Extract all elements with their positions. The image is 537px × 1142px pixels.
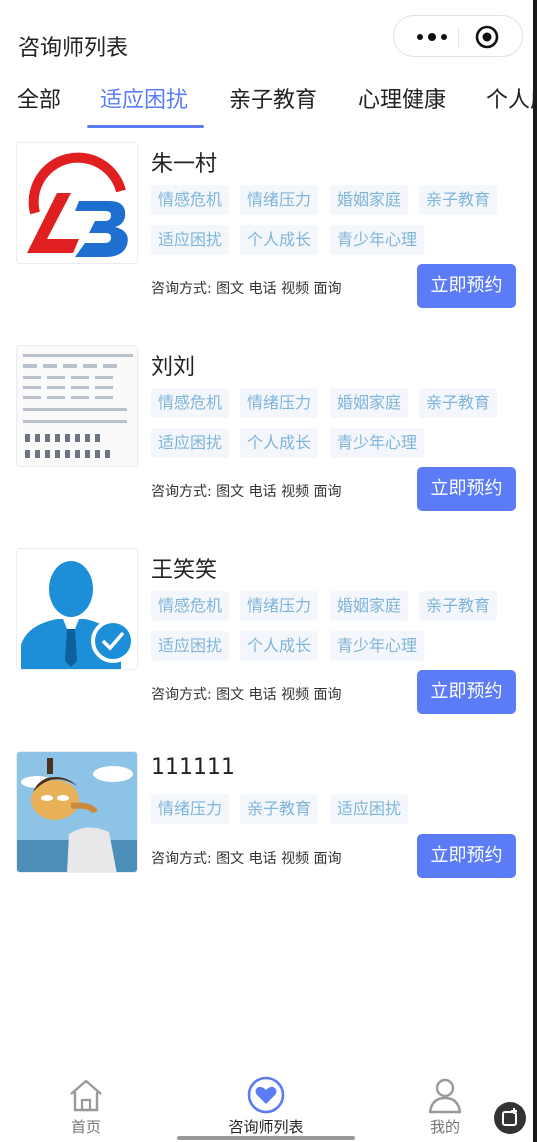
avatar [16,548,138,670]
tag: 亲子教育 [419,185,498,215]
tab-all[interactable]: 全部 [17,82,61,114]
tag: 亲子教育 [419,591,498,621]
book-now-button[interactable]: 立即预约 [417,670,516,714]
bottom-tabbar: 首页 咨询师列表 我的 [0,1070,537,1142]
tag: 青少年心理 [330,631,425,661]
tag: 情感危机 [151,185,230,215]
tag: 个人成长 [240,225,319,255]
add-note-icon [502,1108,517,1126]
avatar [16,142,138,264]
default-avatar-image [17,549,137,669]
tabbar-home[interactable]: 首页 [31,1076,141,1137]
book-now-button[interactable]: 立即预约 [417,834,516,878]
user-icon [428,1078,462,1114]
tabbar-counselors[interactable]: 咨询师列表 [211,1076,321,1137]
consult-method-label: 咨询方式: [151,281,212,297]
consult-method-label: 咨询方式: [151,484,212,500]
tag: 情绪压力 [240,185,319,215]
book-now-button[interactable]: 立即预约 [417,467,516,511]
avatar [16,751,138,873]
tag: 个人成长 [240,428,319,458]
tag: 亲子教育 [240,794,319,824]
tag: 情感危机 [151,388,230,418]
tabbar-mine-label: 我的 [429,1118,460,1136]
tag: 青少年心理 [330,428,425,458]
mini-program-capsule [393,15,523,57]
tag: 情绪压力 [240,388,319,418]
page-title: 咨询师列表 [18,36,129,61]
tabbar-counselors-label: 咨询师列表 [228,1118,304,1136]
home-icon [70,1079,102,1112]
consult-method-label: 咨询方式: [151,851,212,867]
tag: 适应困扰 [151,428,230,458]
consult-method: 咨询方式: 图文 电话 视频 面询 [151,848,342,868]
tab-parenting[interactable]: 亲子教育 [229,82,317,114]
tag: 青少年心理 [330,225,425,255]
tab-mental-health[interactable]: 心理健康 [358,82,446,114]
category-tabs: 全部 适应困扰 亲子教育 心理健康 个人成长 [0,76,537,128]
counselor-name: 111111 [151,755,235,780]
counselor-name: 朱一村 [151,152,218,177]
tag: 婚姻家庭 [330,388,409,418]
tab-adaptation[interactable]: 适应困扰 [100,82,188,114]
heart-icon [247,1076,285,1114]
close-program-icon[interactable] [474,24,500,50]
consult-method: 咨询方式: 图文 电话 视频 面询 [151,481,342,501]
consult-method-values: 图文 电话 视频 面询 [216,281,342,297]
avatar [16,345,138,467]
tabbar-mine[interactable]: 我的 [390,1076,500,1137]
tag: 情绪压力 [240,591,319,621]
tag: 婚姻家庭 [330,185,409,215]
counselor-name: 刘刘 [151,355,196,380]
tabbar-home-label: 首页 [70,1118,101,1136]
tag: 婚姻家庭 [330,591,409,621]
book-now-button[interactable]: 立即预约 [417,264,516,308]
avatar-image [17,346,137,466]
consult-method-values: 图文 电话 视频 面询 [216,851,342,867]
tag: 适应困扰 [151,631,230,661]
tab-active-indicator [87,125,204,128]
capsule-divider [458,27,459,47]
header: 咨询师列表 [0,0,537,70]
consult-method-values: 图文 电话 视频 面询 [216,687,342,703]
consult-method-values: 图文 电话 视频 面询 [216,484,342,500]
tag: 适应困扰 [151,225,230,255]
cartoon-avatar-image [17,752,137,872]
consult-method-label: 咨询方式: [151,687,212,703]
tab-personal-growth[interactable]: 个人成长 [486,82,537,114]
tag: 情感危机 [151,591,230,621]
logo-image [17,143,137,263]
consult-method: 咨询方式: 图文 电话 视频 面询 [151,684,342,704]
home-indicator [177,1136,355,1140]
tag: 亲子教育 [419,388,498,418]
consult-method: 咨询方式: 图文 电话 视频 面询 [151,278,342,298]
counselor-name: 王笑笑 [151,558,218,583]
tag: 个人成长 [240,631,319,661]
screen-edge [533,0,537,1142]
more-icon[interactable] [412,28,452,46]
tag: 情绪压力 [151,794,230,824]
tag: 适应困扰 [330,794,409,824]
floating-action-button[interactable] [494,1102,526,1134]
